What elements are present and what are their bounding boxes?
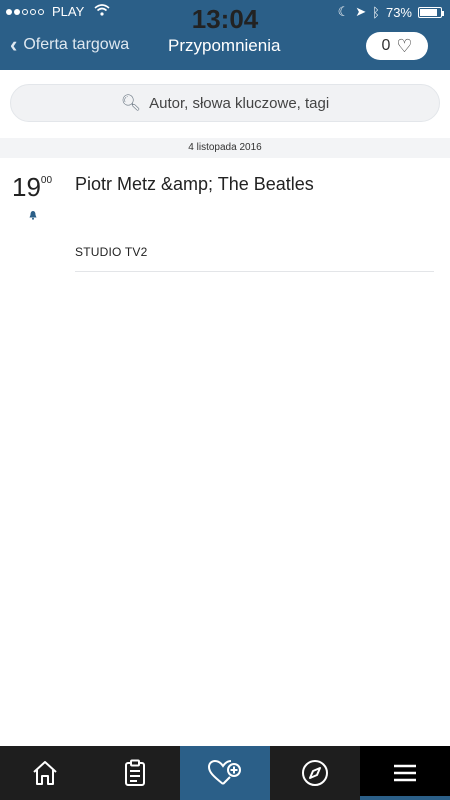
status-right: ☾ ➤ ᛒ 73% [337, 4, 444, 20]
reminder-bell-icon [28, 210, 38, 220]
event-title: Piotr Metz &amp; The Beatles [75, 174, 314, 194]
page-title: Przypomnienia [168, 36, 281, 55]
battery-icon [418, 6, 444, 18]
tab-program[interactable] [90, 746, 180, 800]
event-hour: 19 [12, 172, 41, 202]
event-row[interactable]: 1900 Piotr Metz &amp; The Beatles STUDIO… [0, 160, 450, 280]
back-label: Oferta targowa [23, 36, 130, 53]
bluetooth-icon: ᛒ [372, 4, 380, 20]
header: PLAY 13:04 ☾ ➤ ᛒ 73% ‹ Oferta targowa Pr… [0, 0, 450, 70]
app-screen: PLAY 13:04 ☾ ➤ ᛒ 73% ‹ Oferta targowa Pr… [0, 0, 450, 800]
favorites-button[interactable]: 0 ♡ [366, 32, 428, 60]
search-input[interactable]: 🔍︎ Autor, słowa kluczowe, tagi [10, 84, 440, 122]
date-header: 4 listopada 2016 [0, 138, 450, 158]
search-placeholder: Autor, słowa kluczowe, tagi [149, 94, 330, 112]
home-icon [31, 760, 59, 786]
search-icon: 🔍︎ [120, 95, 142, 112]
chevron-left-icon: ‹ [10, 32, 18, 57]
clipboard-icon [123, 759, 147, 787]
heart-plus-icon [207, 759, 243, 787]
menu-icon [392, 763, 418, 783]
tab-menu[interactable] [360, 746, 450, 800]
bottom-tab-bar [0, 746, 450, 800]
navigation-bar: ‹ Oferta targowa Przypomnienia 0 ♡ [0, 26, 450, 66]
moon-icon: ☾ [337, 4, 350, 19]
back-button[interactable]: ‹ Oferta targowa [10, 32, 129, 58]
battery-percent: 73% [385, 4, 412, 20]
tab-reminders[interactable] [180, 746, 270, 800]
search-area: 🔍︎ Autor, słowa kluczowe, tagi [0, 70, 450, 136]
tab-home[interactable] [0, 746, 90, 800]
tab-explore[interactable] [270, 746, 360, 800]
favorites-count: 0 [381, 37, 391, 54]
status-bar: PLAY 13:04 ☾ ➤ ᛒ 73% [0, 0, 450, 34]
heart-outline-icon: ♡ [396, 35, 413, 56]
compass-icon [300, 758, 330, 788]
location-arrow-icon: ➤ [355, 4, 367, 19]
event-time: 1900 [12, 172, 52, 203]
event-minute: 00 [40, 175, 53, 186]
event-location: STUDIO TV2 [75, 245, 148, 259]
event-divider [75, 271, 434, 272]
tab-active-underline [360, 796, 450, 800]
